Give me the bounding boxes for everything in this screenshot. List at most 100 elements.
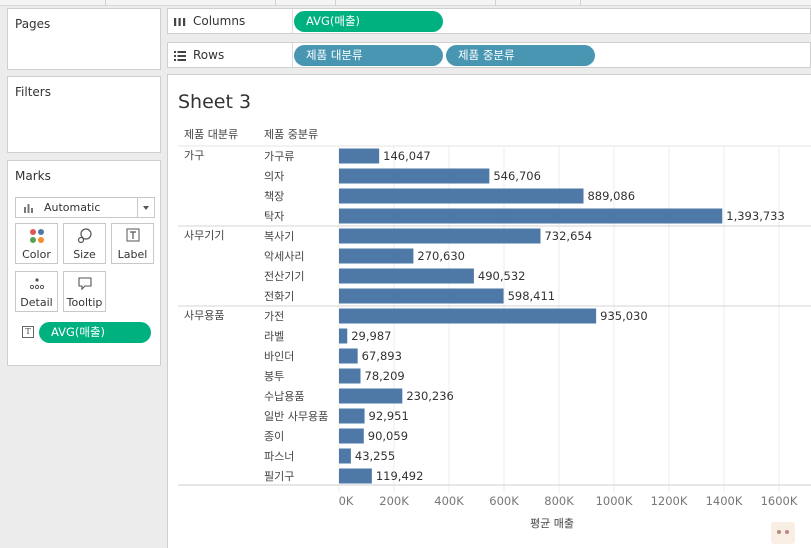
subcategory-label: 필기구 [264,470,294,483]
columns-label: Columns [193,14,246,28]
group-label: 사무용품 [184,309,224,322]
color-button-label: Color [22,248,51,261]
bar-chart-icon [24,204,33,213]
subcategory-label: 전산기기 [264,270,304,283]
bar [339,408,365,424]
data-label: 90,059 [368,429,408,443]
data-label: 67,893 [362,349,402,363]
detail-button-label: Detail [20,296,53,309]
subcategory-label: 종이 [264,430,284,443]
data-label: 935,030 [600,309,648,323]
subcategory-label: 바인더 [264,350,294,363]
label-button-label: Label [117,248,148,261]
rows-label: Rows [193,48,225,62]
data-label: 29,987 [351,329,391,343]
detail-button[interactable]: Detail [15,271,58,312]
bar [339,308,597,324]
filters-card[interactable]: Filters [7,76,161,153]
size-circles-icon [77,228,92,244]
bar [339,328,348,344]
data-label: 732,654 [544,229,592,243]
subcategory-label: 일반 사무용품 [264,409,328,423]
x-tick-label: 1400K [706,494,743,508]
data-label: 78,209 [365,369,405,383]
tooltip-button[interactable]: Tooltip [63,271,106,312]
bar [339,288,504,304]
data-label: 546,706 [493,169,541,183]
tooltip-speech-icon [78,277,92,291]
bar [339,468,372,484]
rows-shelf: Rows 제품 대분류 제품 중분류 [167,42,811,68]
top-tab-strip [0,0,811,6]
data-label: 270,630 [417,249,465,263]
columns-pill-avg-sales[interactable]: AVG(매출) [294,11,443,32]
bar [339,208,723,224]
sheet-title: Sheet 3 [178,91,252,113]
data-label: 230,236 [406,389,454,403]
rows-pill-subcategory[interactable]: 제품 중분류 [446,45,595,66]
columns-shelf: Columns AVG(매출) [167,8,811,34]
watermark-icon [771,522,795,544]
bar [339,168,490,184]
bar [339,188,584,204]
row-header-category: 제품 대분류 [184,128,238,141]
bar [339,368,361,384]
bar [339,348,358,364]
subcategory-label: 파스너 [264,450,294,463]
marks-card: Marks Automatic Color Size Label Detail … [7,160,161,366]
bar [339,268,474,284]
x-tick-label: 1200K [651,494,688,508]
bar [339,228,541,244]
label-button[interactable]: Label [111,223,154,264]
rows-icon [174,51,186,61]
row-header-subcategory: 제품 중분류 [264,128,318,141]
bar-chart: 제품 대분류 제품 중분류가구 가구류 146,047 의자 546,706 책장 889,0… [178,128,811,530]
subcategory-label: 수납용품 [264,390,304,403]
filters-title: Filters [15,85,51,99]
marks-title: Marks [15,169,51,183]
text-label-icon: T [22,326,34,338]
color-dots-icon [30,229,44,243]
mark-type-dropdown[interactable]: Automatic [15,197,155,218]
bar [339,248,414,264]
columns-icon [174,18,186,26]
bar [339,448,351,464]
pages-card[interactable]: Pages [7,8,161,70]
subcategory-label: 라벨 [264,330,284,343]
data-label: 490,532 [478,269,526,283]
x-tick-label: 800K [544,494,574,508]
worksheet-view: 제품 대분류 제품 중분류 가구 가구류 146,047 의자 546,706 책장 889,0… [167,74,811,548]
rows-pill-category[interactable]: 제품 대분류 [294,45,443,66]
size-button-label: Size [73,248,96,261]
mark-type-label: Automatic [44,201,101,214]
group-label: 사무기기 [184,229,224,242]
color-button[interactable]: Color [15,223,58,264]
x-tick-label: 0K [339,494,354,508]
x-tick-label: 200K [379,494,409,508]
data-label: 889,086 [587,189,635,203]
pages-title: Pages [15,17,51,31]
mark-type-dropdown-button[interactable] [137,198,154,217]
data-label: 43,255 [355,449,395,463]
bar [339,388,403,404]
x-axis-label: 평균 매출 [530,517,574,530]
bar [339,428,364,444]
subcategory-label: 전화기 [264,290,294,303]
subcategory-label: 복사기 [264,230,294,243]
detail-dots-icon [29,278,45,290]
data-label: 598,411 [508,289,556,303]
subcategory-label: 의자 [264,170,284,183]
chevron-down-icon [143,206,149,210]
subcategory-label: 악세사리 [264,250,304,263]
size-button[interactable]: Size [63,223,106,264]
subcategory-label: 가구류 [264,150,294,163]
text-label-icon [126,228,140,242]
x-tick-label: 1600K [761,494,798,508]
subcategory-label: 책장 [264,190,284,203]
subcategory-label: 탁자 [264,210,284,223]
bar [339,148,380,164]
marks-label-pill[interactable]: AVG(매출) [39,322,151,343]
tooltip-button-label: Tooltip [66,296,103,309]
x-tick-label: 1000K [596,494,633,508]
group-label: 가구 [184,149,204,162]
